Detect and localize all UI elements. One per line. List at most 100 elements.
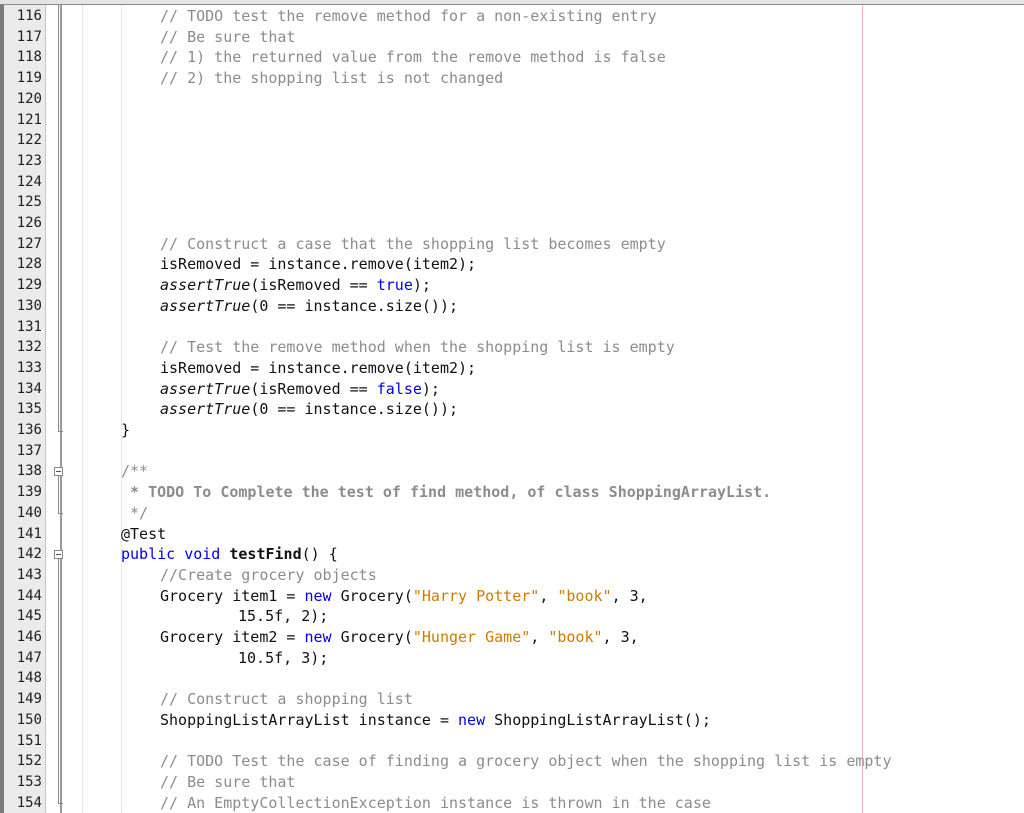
code-text: assertTrue(0 == instance.size()); — [160, 399, 458, 420]
code-line[interactable]: 133 isRemoved = instance.remove(item2); — [0, 358, 1024, 379]
code-line[interactable]: 148 — [0, 668, 1024, 689]
code-token: */ — [121, 503, 149, 522]
code-token: , 3, — [602, 628, 639, 646]
code-token: // TODO test the remove method for a non… — [160, 7, 657, 25]
fold-range-line — [58, 476, 59, 514]
code-token: 10.5f, 3); — [238, 648, 329, 667]
code-text: 10.5f, 3); — [238, 648, 328, 669]
line-number: 130 — [16, 297, 42, 314]
code-line[interactable]: 119 // 2) the shopping list is not change… — [0, 68, 1024, 89]
code-line[interactable]: 122 — [0, 130, 1024, 151]
line-number: 138 — [16, 463, 42, 480]
code-token: "book" — [548, 628, 603, 646]
code-token: * TODO To Complete the test of find meth… — [121, 483, 772, 502]
code-line[interactable]: 154 // An EmptyCollectionException instan… — [0, 793, 1024, 813]
collapse-icon[interactable] — [54, 550, 63, 560]
code-token: Grocery item1 = — [160, 586, 305, 605]
code-line[interactable]: 134 assertTrue(isRemoved == false); — [0, 379, 1024, 400]
code-line[interactable]: 143 //Create grocery objects — [0, 565, 1024, 586]
code-line[interactable]: 145 15.5f, 2); — [0, 606, 1024, 627]
code-line[interactable]: 153 // Be sure that — [0, 772, 1024, 793]
code-token: @Test — [121, 524, 167, 543]
code-token: assertTrue — [160, 400, 251, 419]
code-line[interactable]: 127 // Construct a case that the shopping… — [0, 234, 1024, 255]
code-token: Grocery( — [331, 586, 413, 605]
code-token: testFind — [229, 545, 302, 564]
code-line[interactable]: 130 assertTrue(0 == instance.size()); — [0, 296, 1024, 317]
code-line[interactable]: 116 // TODO test the remove method for a … — [0, 6, 1024, 27]
code-token: false — [376, 379, 422, 398]
code-line[interactable]: 117 // Be sure that — [0, 27, 1024, 48]
code-token: public void — [121, 545, 230, 564]
line-number: 142 — [16, 546, 42, 563]
code-line[interactable]: 151 — [0, 731, 1024, 752]
code-token: (isRemoved == — [250, 276, 377, 295]
code-token: (isRemoved == — [250, 379, 377, 398]
code-token: } — [121, 421, 131, 439]
code-token: assertTrue — [160, 296, 251, 315]
code-token: "book" — [557, 586, 612, 605]
code-text: assertTrue(isRemoved == true); — [160, 275, 431, 296]
line-number: 131 — [16, 318, 42, 335]
line-number: 141 — [16, 525, 42, 542]
line-number: 145 — [16, 608, 42, 625]
code-line[interactable]: 141 @Test — [0, 524, 1024, 545]
code-line[interactable]: 120 — [0, 89, 1024, 110]
code-line[interactable]: 146 Grocery item2 = new Grocery("Hunger G… — [0, 627, 1024, 648]
code-line[interactable]: 144 Grocery item1 = new Grocery("Harry Po… — [0, 586, 1024, 607]
code-text: // Be sure that — [160, 772, 295, 793]
code-line[interactable]: 149 // Construct a shopping list — [0, 689, 1024, 710]
code-token: // Construct a case that the shopping li… — [160, 234, 666, 253]
code-token: (0 == instance.size()); — [250, 296, 459, 315]
line-number: 116 — [16, 8, 42, 24]
code-line[interactable]: 124 — [0, 172, 1024, 193]
code-line[interactable]: 137 — [0, 441, 1024, 462]
code-line[interactable]: 131 — [0, 317, 1024, 338]
code-line[interactable]: 135 assertTrue(0 == instance.size()); — [0, 399, 1024, 420]
code-line[interactable]: 125 — [0, 192, 1024, 213]
line-number: 120 — [16, 90, 42, 107]
code-line[interactable]: 132 // Test the remove method when the sh… — [0, 337, 1024, 358]
code-line[interactable]: 140 */ — [0, 503, 1024, 524]
code-text: // An EmptyCollectionException instance … — [160, 793, 711, 813]
line-number: 129 — [16, 277, 42, 294]
code-token: // Test the remove method when the shopp… — [160, 338, 675, 357]
code-line[interactable]: 118 // 1) the returned value from the rem… — [0, 47, 1024, 68]
code-text: @Test — [121, 524, 166, 545]
code-line[interactable]: 139 * TODO To Complete the test of find … — [0, 482, 1024, 503]
code-token: // Be sure that — [160, 772, 296, 791]
line-number: 150 — [16, 711, 42, 728]
line-number: 137 — [16, 442, 42, 459]
code-line[interactable]: 136} — [0, 420, 1024, 441]
fold-range-line — [58, 559, 59, 803]
code-text: * TODO To Complete the test of find meth… — [121, 482, 771, 503]
code-text: // Be sure that — [160, 27, 295, 48]
code-line[interactable]: 123 — [0, 151, 1024, 172]
line-number: 140 — [16, 504, 42, 521]
code-line[interactable]: 126 — [0, 213, 1024, 234]
code-token: 15.5f, 2); — [238, 607, 329, 626]
code-line[interactable]: 129 assertTrue(isRemoved == true); — [0, 275, 1024, 296]
code-line[interactable]: 128 isRemoved = instance.remove(item2); — [0, 254, 1024, 275]
code-text: isRemoved = instance.remove(item2); — [160, 254, 476, 275]
line-number: 122 — [16, 132, 42, 149]
code-line[interactable]: 150 ShoppingListArrayList instance = new … — [0, 710, 1024, 731]
code-line[interactable]: 142 public void testFind() { — [0, 544, 1024, 565]
line-number: 146 — [16, 629, 42, 645]
code-line[interactable]: 138 /** — [0, 461, 1024, 482]
code-token: () { — [301, 545, 338, 564]
code-line[interactable]: 152 // TODO Test the case of finding a gr… — [0, 751, 1024, 772]
code-token: //Create grocery objects — [160, 565, 377, 584]
line-number: 151 — [16, 732, 42, 749]
code-token: // Construct a shopping list — [160, 690, 413, 709]
code-token: true — [376, 276, 413, 295]
code-line[interactable]: 147 10.5f, 3); — [0, 648, 1024, 669]
code-line[interactable]: 121 — [0, 110, 1024, 131]
code-token: (0 == instance.size()); — [250, 400, 459, 419]
code-text: 15.5f, 2); — [238, 606, 328, 627]
code-token: "Harry Potter" — [412, 586, 540, 605]
code-token: /** — [121, 462, 149, 481]
code-token: assertTrue — [160, 276, 251, 295]
line-number: 154 — [16, 794, 42, 811]
collapse-icon[interactable] — [54, 467, 63, 477]
